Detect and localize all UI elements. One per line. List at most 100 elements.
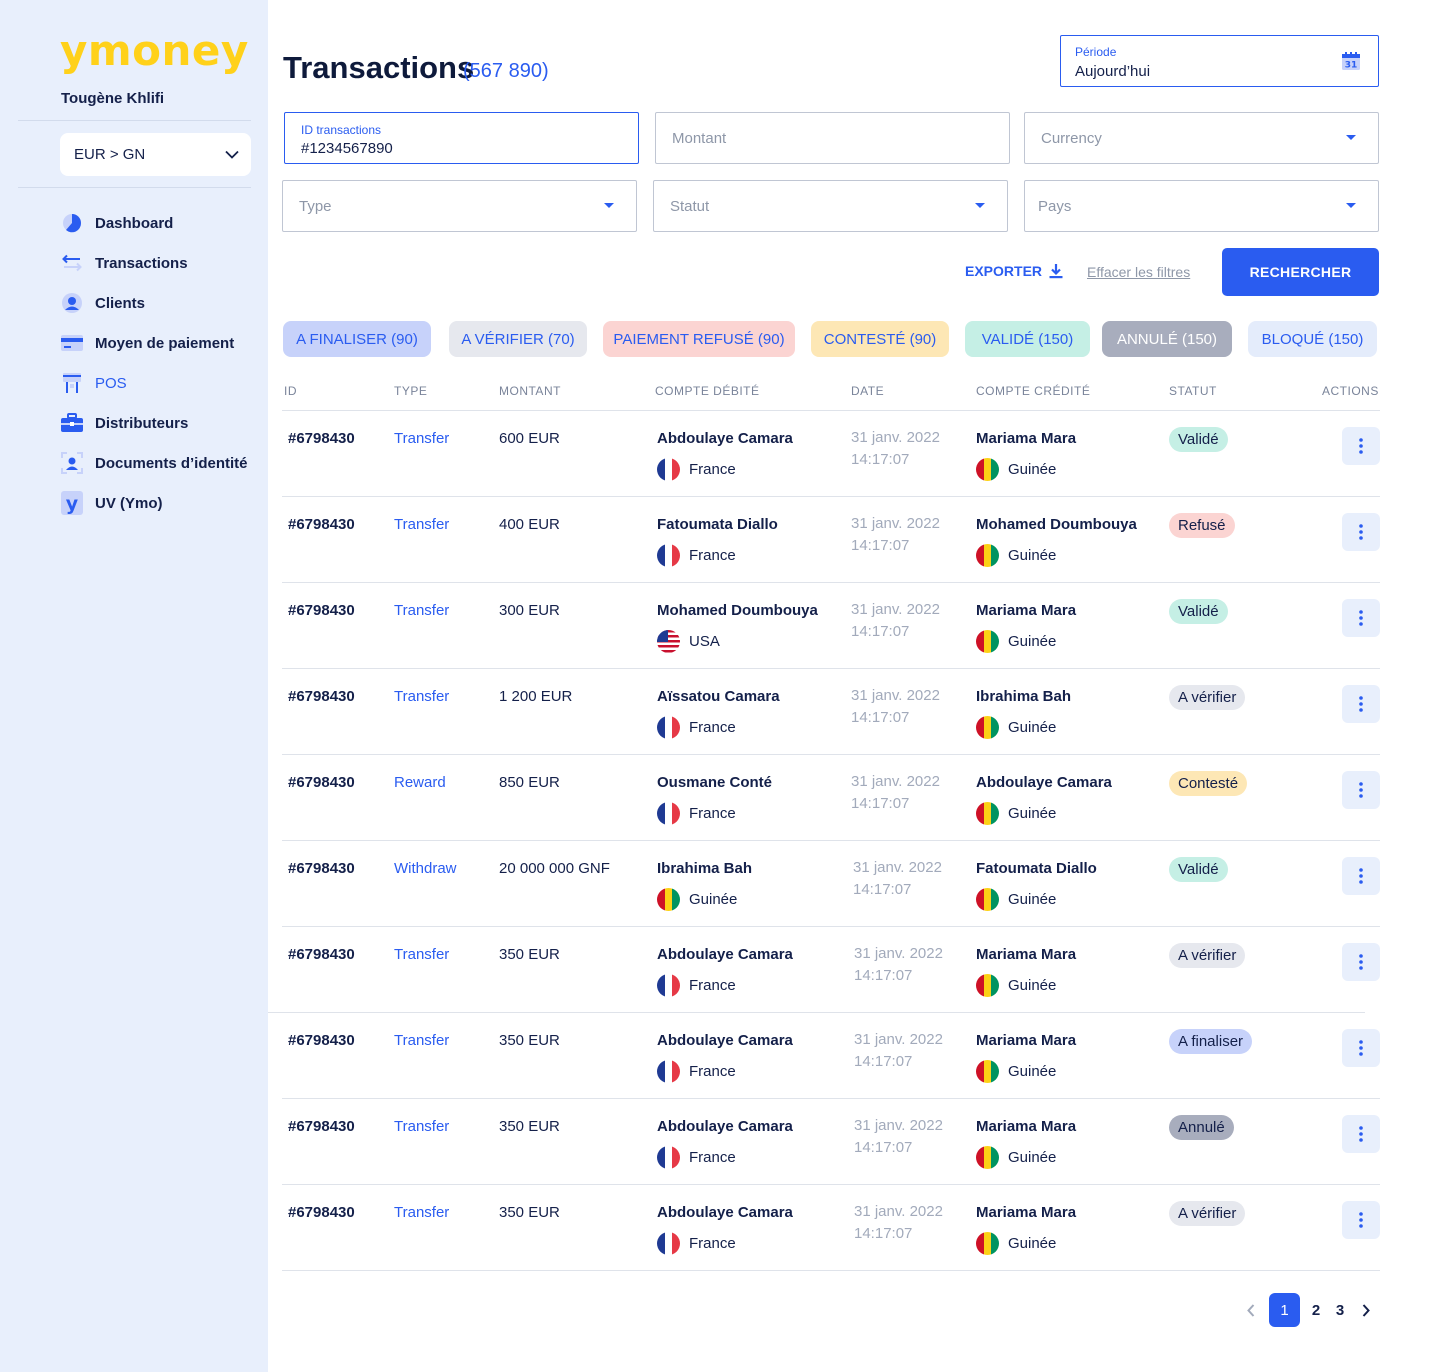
amount-field[interactable]: Montant (655, 112, 1010, 164)
debit-account-name: Abdoulaye Camara (657, 1118, 793, 1135)
ymoney-logo[interactable]: ymoney (60, 26, 249, 75)
row-actions-button[interactable] (1342, 685, 1380, 723)
status-badge: Validé (1169, 599, 1228, 624)
next-page-chevron-right-icon[interactable] (1358, 1293, 1374, 1327)
row-actions-button[interactable] (1342, 427, 1380, 465)
transaction-date: 31 janv. 2022 (854, 1117, 943, 1134)
sidebar-item-clients[interactable]: Clients (60, 283, 248, 323)
transaction-type: Transfer (394, 516, 450, 533)
france-flag-icon (657, 974, 680, 997)
country-name: France (689, 1235, 736, 1252)
credit-account-name: Mariama Mara (976, 1204, 1077, 1221)
column-header-id: ID (284, 384, 297, 398)
period-picker[interactable]: Période Aujourd’hui 31 (1060, 35, 1379, 87)
credit-account-name: Mariama Mara (976, 602, 1077, 619)
transaction-date: 31 janv. 2022 (854, 945, 943, 962)
transaction-amount: 350 EUR (499, 946, 560, 963)
france-flag-icon (657, 1146, 680, 1169)
row-actions-button[interactable] (1342, 1201, 1380, 1239)
transaction-id[interactable]: #6798430 (288, 1032, 355, 1049)
pie-chart-icon (60, 211, 84, 235)
column-header-actions: ACTIONS (1322, 384, 1379, 398)
transaction-id[interactable]: #6798430 (288, 774, 355, 791)
transaction-amount: 850 EUR (499, 774, 560, 791)
transaction-id[interactable]: #6798430 (288, 1118, 355, 1135)
status-filter-chip[interactable]: CONTESTÉ (90) (811, 321, 949, 357)
search-button[interactable]: RECHERCHER (1222, 248, 1379, 296)
transaction-datetime: 31 janv. 2022 14:17:07 (851, 513, 940, 557)
row-actions-button[interactable] (1342, 599, 1380, 637)
type-select[interactable]: Type (282, 180, 637, 232)
row-actions-button[interactable] (1342, 1029, 1380, 1067)
calendar-icon[interactable]: 31 (1341, 51, 1361, 71)
debit-account-name: Abdoulaye Camara (657, 430, 793, 447)
transaction-time: 14:17:07 (854, 967, 913, 984)
country-name: France (689, 805, 736, 822)
transaction-time: 14:17:07 (851, 451, 910, 468)
transaction-id[interactable]: #6798430 (288, 860, 355, 877)
export-button[interactable]: EXPORTER (965, 263, 1063, 279)
debit-account-name: Abdoulaye Camara (657, 1204, 793, 1221)
transaction-id[interactable]: #6798430 (288, 946, 355, 963)
sidebar-item-transactions[interactable]: Transactions (60, 243, 248, 283)
status-filter-chip[interactable]: ANNULÉ (150) (1102, 321, 1232, 357)
status-filter-chip[interactable]: VALIDÉ (150) (965, 321, 1090, 357)
transaction-time: 14:17:07 (851, 709, 910, 726)
sidebar-item-label: Transactions (95, 254, 188, 272)
status-badge: A vérifier (1169, 943, 1246, 968)
country-name: Guinée (1008, 891, 1057, 908)
guinea-flag-icon (657, 888, 680, 911)
user-icon (60, 291, 84, 315)
sidebar-item-documents-d-identite[interactable]: Documents d’identité (60, 443, 248, 483)
prev-page-chevron-left-icon[interactable] (1243, 1293, 1259, 1327)
transaction-amount: 350 EUR (499, 1204, 560, 1221)
credit-account-name: Mariama Mara (976, 1032, 1077, 1049)
transaction-id-field[interactable]: ID transactions #1234567890 (284, 112, 639, 164)
page-button[interactable]: 1 (1269, 1293, 1300, 1327)
page-button[interactable]: 2 (1307, 1293, 1325, 1327)
currency-select[interactable]: Currency (1024, 112, 1379, 164)
transaction-date: 31 janv. 2022 (851, 773, 940, 790)
transaction-id[interactable]: #6798430 (288, 602, 355, 619)
status-filter-chip[interactable]: PAIEMENT REFUSÉ (90) (603, 321, 795, 357)
sidebar-item-pos[interactable]: POS (60, 363, 248, 403)
sidebar-item-distributeurs[interactable]: Distributeurs (60, 403, 248, 443)
status-filter-chip[interactable]: BLOQUÉ (150) (1248, 321, 1377, 357)
transaction-id[interactable]: #6798430 (288, 516, 355, 533)
sidebar-item-dashboard[interactable]: Dashboard (60, 203, 248, 243)
row-actions-button[interactable] (1342, 1115, 1380, 1153)
country-name: Guinée (1008, 1149, 1057, 1166)
transaction-datetime: 31 janv. 2022 14:17:07 (853, 857, 942, 901)
status-badge: Validé (1169, 427, 1228, 452)
status-badge: A vérifier (1169, 1201, 1246, 1226)
currency-pair-select[interactable]: EUR > GN (60, 133, 251, 176)
status-filter-chip[interactable]: A FINALISER (90) (283, 321, 431, 357)
row-actions-button[interactable] (1342, 857, 1380, 895)
more-vertical-icon (1359, 610, 1363, 626)
row-actions-button[interactable] (1342, 943, 1380, 981)
amount-placeholder: Montant (672, 130, 727, 147)
debit-account-name: Abdoulaye Camara (657, 946, 793, 963)
sidebar-item-moyen-de-paiement[interactable]: Moyen de paiement (60, 323, 248, 363)
credit-account-name: Abdoulaye Camara (976, 774, 1112, 791)
credit-card-icon (60, 331, 84, 355)
transaction-time: 14:17:07 (851, 623, 910, 640)
chevron-down-icon (225, 150, 239, 159)
status-select[interactable]: Statut (653, 180, 1008, 232)
credit-account-name: Mohamed Doumbouya (976, 516, 1137, 533)
transaction-date: 31 janv. 2022 (851, 429, 940, 446)
debit-account-name: Ibrahima Bah (657, 860, 753, 877)
country-select[interactable]: Pays (1024, 180, 1379, 232)
row-actions-button[interactable] (1342, 771, 1380, 809)
transaction-id[interactable]: #6798430 (288, 1204, 355, 1221)
transaction-id[interactable]: #6798430 (288, 688, 355, 705)
row-divider (268, 1012, 1365, 1013)
page-button[interactable]: 3 (1331, 1293, 1349, 1327)
status-filter-chip[interactable]: A VÉRIFIER (70) (449, 321, 587, 357)
row-actions-button[interactable] (1342, 513, 1380, 551)
clear-filters-link[interactable]: Effacer les filtres (1087, 264, 1190, 280)
debit-account-country: France (657, 1060, 736, 1083)
transaction-id[interactable]: #6798430 (288, 430, 355, 447)
debit-account-country: France (657, 974, 736, 997)
sidebar-item-uv-ymo[interactable]: y UV (Ymo) (60, 483, 248, 523)
